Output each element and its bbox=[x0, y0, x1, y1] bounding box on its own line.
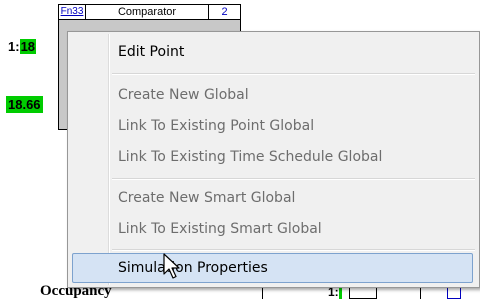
mouse-pointer-icon bbox=[163, 253, 180, 279]
menu-separator bbox=[112, 73, 475, 75]
input-value-prefix: 1: bbox=[8, 39, 20, 54]
menu-item-create-new-smart-global[interactable]: Create New Smart Global bbox=[118, 186, 295, 210]
menu-item-edit-point[interactable]: Edit Point bbox=[118, 40, 184, 64]
menu-item-link-smart-global[interactable]: Link To Existing Smart Global bbox=[118, 217, 322, 241]
context-menu: Edit Point Create New Global Link To Exi… bbox=[67, 31, 480, 288]
bottom-box bbox=[349, 287, 377, 299]
menu-icon-gutter bbox=[108, 34, 110, 285]
function-block-header: Fn33 Comparator 2 bbox=[58, 4, 241, 20]
menu-separator bbox=[112, 249, 475, 251]
menu-item-link-point-global[interactable]: Link To Existing Point Global bbox=[118, 114, 314, 138]
input-value-2[interactable]: 18.66 bbox=[6, 96, 43, 113]
input-value-highlight: 18 bbox=[19, 39, 37, 54]
input-value-1[interactable]: 1:18 bbox=[8, 38, 37, 55]
menu-separator bbox=[112, 178, 475, 180]
function-name: Comparator bbox=[86, 5, 209, 19]
menu-item-create-new-global[interactable]: Create New Global bbox=[118, 83, 249, 107]
function-id[interactable]: Fn33 bbox=[59, 5, 86, 19]
function-count[interactable]: 2 bbox=[209, 5, 240, 19]
bottom-box bbox=[447, 287, 461, 299]
menu-item-simulation-properties[interactable]: Simulation Properties bbox=[118, 256, 268, 280]
menu-item-link-time-schedule-global[interactable]: Link To Existing Time Schedule Global bbox=[118, 145, 382, 169]
